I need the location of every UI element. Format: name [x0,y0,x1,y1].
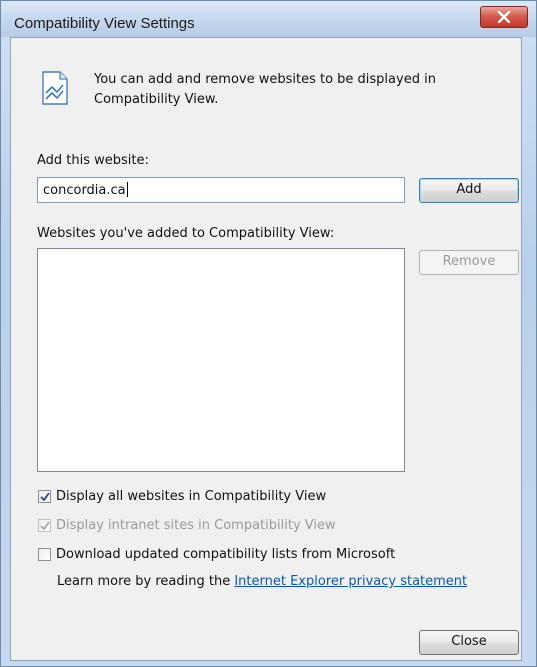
close-icon [497,11,511,23]
display-all-label: Display all websites in Compatibility Vi… [56,489,327,504]
checkmark-icon [40,521,50,531]
remove-button: Remove [419,250,519,275]
info-description: You can add and remove websites to be di… [94,72,436,107]
learn-more-line: Learn more by reading the Internet Explo… [57,574,467,589]
checkmark-icon [40,492,50,502]
text-caret [126,182,128,197]
privacy-statement-link[interactable]: Internet Explorer privacy statement [234,574,467,589]
websites-listbox[interactable] [37,248,405,472]
compatibility-page-icon [42,71,68,105]
download-lists-checkbox[interactable] [38,548,51,561]
close-button[interactable]: Close [419,630,519,655]
dialog-content: You can add and remove websites to be di… [10,37,522,661]
title-bar[interactable]: Compatibility View Settings [1,1,536,37]
compatibility-view-dialog: Compatibility View Settings You can add … [0,0,537,667]
add-button[interactable]: Add [419,178,519,203]
website-input[interactable]: concordia.ca [37,177,405,203]
download-lists-label: Download updated compatibility lists fro… [56,547,396,562]
window-title: Compatibility View Settings [14,15,195,32]
add-website-label: Add this website: [37,153,149,168]
display-all-checkbox[interactable] [38,490,51,503]
display-intranet-label: Display intranet sites in Compatibility … [56,518,336,533]
display-intranet-checkbox [38,519,51,532]
learn-more-text: Learn more by reading the [57,574,231,589]
window-close-button[interactable] [480,6,528,28]
websites-list-label: Websites you've added to Compatibility V… [37,226,335,241]
website-input-value: concordia.ca [43,183,126,198]
